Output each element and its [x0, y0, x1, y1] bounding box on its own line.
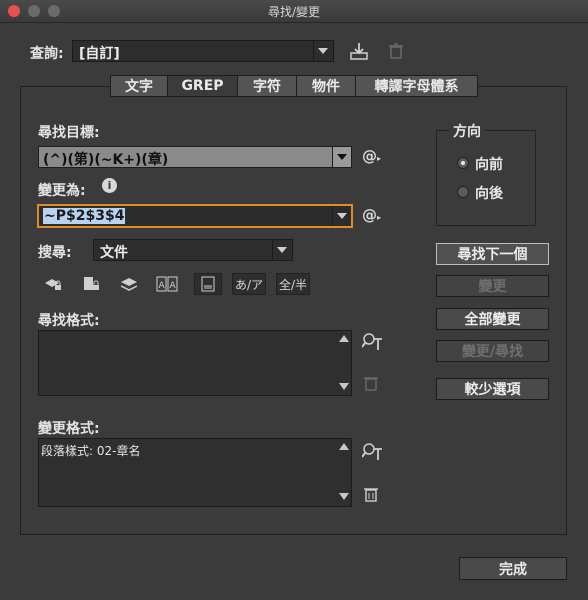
- tab-object[interactable]: 物件: [297, 75, 356, 97]
- change-find-button[interactable]: 變更/尋找: [436, 340, 549, 362]
- include-master-pages-icon[interactable]: AA: [156, 275, 178, 293]
- find-what-field[interactable]: (^)(第)(~K+)(章): [38, 146, 352, 168]
- include-hidden-layers-icon[interactable]: [118, 275, 140, 293]
- tab-text[interactable]: 文字: [110, 75, 168, 97]
- include-footnotes-icon[interactable]: [194, 273, 222, 295]
- change-history-dropdown[interactable]: [332, 206, 351, 226]
- tab-transliterate[interactable]: 轉譯字母體系: [356, 75, 478, 97]
- include-locked-layers-icon[interactable]: [42, 275, 64, 293]
- change-all-button[interactable]: 全部變更: [436, 308, 549, 330]
- query-value: [自訂]: [79, 46, 120, 62]
- specify-change-format-icon[interactable]: [361, 442, 384, 462]
- change-to-label: 變更為:: [38, 183, 86, 199]
- find-format-label: 尋找格式:: [38, 313, 100, 329]
- change-to-value: ~P$2$3$4: [43, 208, 126, 224]
- chevron-down-icon: [337, 154, 347, 160]
- find-what-value: (^)(第)(~K+)(章): [43, 152, 169, 168]
- clear-change-format-icon[interactable]: [362, 485, 380, 503]
- change-to-text: ~P$2$3$4: [43, 208, 126, 224]
- chevron-down-icon: [337, 213, 347, 219]
- svg-text:A: A: [159, 281, 166, 291]
- window-title: 尋找/變更: [267, 5, 321, 19]
- clear-find-format-icon[interactable]: [362, 374, 380, 392]
- info-icon[interactable]: i: [102, 178, 117, 193]
- tab-grep[interactable]: GREP: [168, 75, 238, 97]
- fewer-options-button[interactable]: 較少選項: [436, 378, 549, 400]
- dropdown-separator: [272, 240, 273, 260]
- query-dropdown[interactable]: [自訂]: [72, 40, 334, 62]
- find-next-button[interactable]: 尋找下一個: [436, 243, 549, 265]
- query-label: 查詢:: [30, 46, 64, 62]
- specify-find-format-icon[interactable]: [361, 332, 384, 352]
- search-label: 搜尋:: [38, 245, 72, 261]
- backward-radio[interactable]: [457, 186, 469, 198]
- title-bar: 尋找/變更: [0, 0, 588, 23]
- change-button[interactable]: 變更: [436, 275, 549, 297]
- find-format-box[interactable]: [38, 330, 352, 396]
- tab-bar: 文字 GREP 字符 物件 轉譯字母體系: [110, 75, 478, 97]
- scroll-down-icon[interactable]: [339, 493, 349, 500]
- scroll-down-icon[interactable]: [339, 383, 349, 390]
- save-query-icon[interactable]: [348, 40, 370, 62]
- tab-glyph[interactable]: 字符: [238, 75, 297, 97]
- direction-title: 方向: [449, 121, 485, 141]
- special-characters-icon[interactable]: @▸: [362, 147, 386, 167]
- change-format-label: 變更格式:: [38, 421, 100, 437]
- delete-query-icon[interactable]: [386, 41, 406, 61]
- search-scope-value: 文件: [100, 245, 128, 261]
- forward-label: 向前: [475, 157, 503, 173]
- backward-label: 向後: [475, 186, 503, 202]
- scroll-up-icon[interactable]: [339, 443, 349, 450]
- dropdown-separator: [313, 41, 314, 61]
- include-locked-stories-icon[interactable]: [80, 275, 102, 293]
- width-sensitive-icon[interactable]: 全/半: [276, 273, 310, 295]
- find-history-dropdown[interactable]: [332, 147, 351, 167]
- special-characters-icon[interactable]: @▸: [362, 206, 386, 226]
- find-what-label: 尋找目標:: [38, 125, 100, 141]
- done-button[interactable]: 完成: [459, 557, 567, 580]
- direction-group: 方向 向前 向後: [436, 121, 536, 226]
- search-scope-dropdown[interactable]: 文件: [93, 239, 293, 261]
- svg-text:A: A: [170, 281, 177, 291]
- change-to-field[interactable]: ~P$2$3$4: [37, 204, 353, 228]
- chevron-down-icon: [318, 48, 328, 54]
- forward-radio[interactable]: [457, 157, 469, 169]
- change-format-box[interactable]: 段落樣式: 02-章名: [38, 438, 352, 507]
- scroll-up-icon[interactable]: [339, 335, 349, 342]
- change-format-value: 段落樣式: 02-章名: [41, 444, 141, 458]
- chevron-down-icon: [277, 247, 287, 253]
- kana-sensitive-icon[interactable]: あ/ア: [232, 273, 266, 295]
